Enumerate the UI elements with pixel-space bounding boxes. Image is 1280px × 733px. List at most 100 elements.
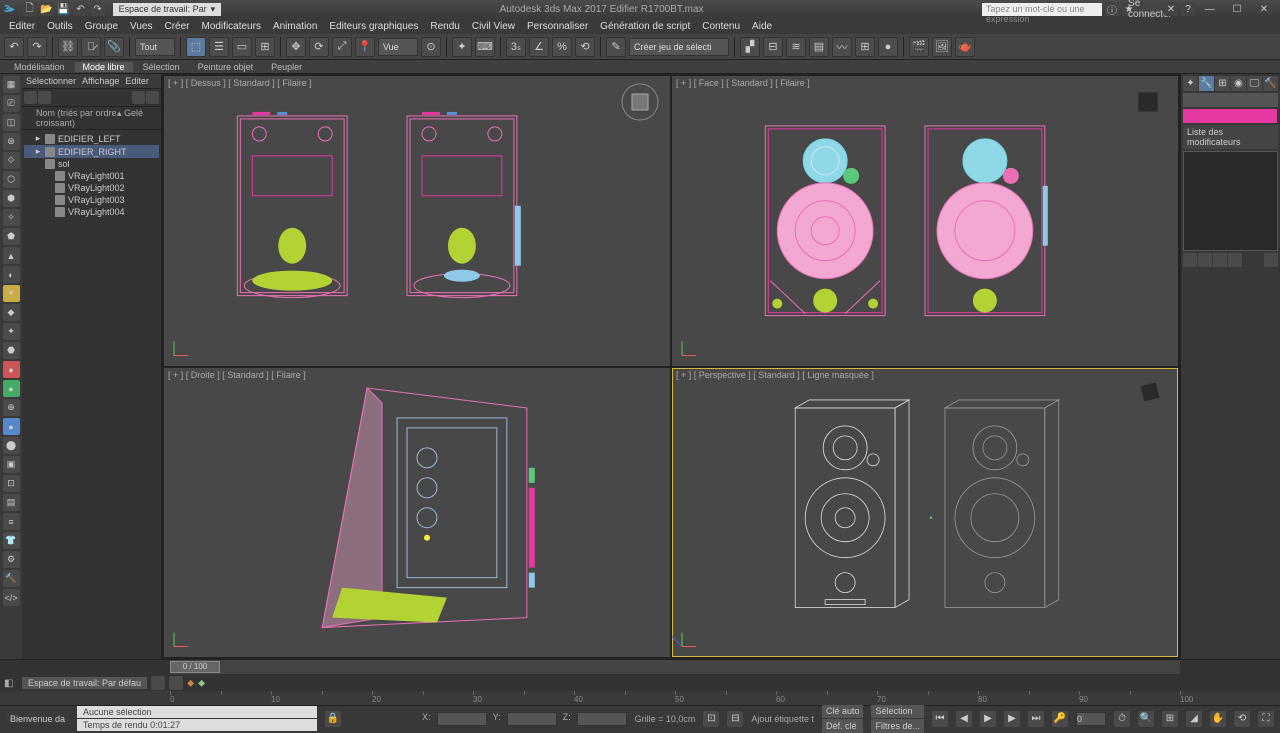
- bind-button[interactable]: 📎: [104, 37, 124, 57]
- key-tangent-icon[interactable]: ⬥: [198, 678, 205, 689]
- tool-25[interactable]: 👕: [3, 532, 20, 549]
- tool-23[interactable]: ▤: [3, 494, 20, 511]
- y-input[interactable]: [507, 712, 557, 726]
- pivot-button[interactable]: ⊙: [421, 37, 441, 57]
- col-name[interactable]: Nom (triés par ordre croissant): [36, 108, 117, 128]
- tool-19[interactable]: ●: [3, 418, 20, 435]
- config-mod-icon[interactable]: [1264, 253, 1278, 267]
- percent-snap-button[interactable]: %: [552, 37, 572, 57]
- menu-personnaliser[interactable]: Personnaliser: [522, 21, 593, 32]
- viewport-top[interactable]: [ + ] [ Dessus ] [ Standard ] [ Filaire …: [164, 76, 670, 366]
- redo-button[interactable]: ↷: [27, 37, 47, 57]
- tree-item-sol[interactable]: sol: [24, 158, 159, 170]
- snap-button[interactable]: 3ₛ: [506, 37, 526, 57]
- tool-9[interactable]: ⬟: [3, 228, 20, 245]
- motion-tab-icon[interactable]: ◉: [1231, 76, 1246, 91]
- unique-icon[interactable]: [1213, 253, 1227, 267]
- tool-27[interactable]: 🔨: [3, 570, 20, 587]
- edit-named-sel-button[interactable]: ✎: [606, 37, 626, 57]
- tree-item-vraylight001[interactable]: VRayLight001: [24, 170, 159, 182]
- undo-button[interactable]: ↶: [4, 37, 24, 57]
- utilities-tab-icon[interactable]: 🔨: [1263, 76, 1278, 91]
- tool-6[interactable]: ⬡: [3, 171, 20, 188]
- tree-item-vraylight004[interactable]: VRayLight004: [24, 206, 159, 218]
- tool-8[interactable]: ✧: [3, 209, 20, 226]
- tool-14[interactable]: ✦: [3, 323, 20, 340]
- viewport-front[interactable]: [ + ] [ Face ] [ Standard ] [ Filaire ]: [672, 76, 1178, 366]
- col-frozen[interactable]: ▴ Gelé: [117, 108, 147, 128]
- create-tab-icon[interactable]: ✦: [1183, 76, 1198, 91]
- tool-21[interactable]: ▣: [3, 456, 20, 473]
- key-mode-dropdown[interactable]: Sélection: [871, 704, 924, 718]
- info-icon[interactable]: ⓘ: [1105, 2, 1119, 16]
- key-filters-button[interactable]: Filtres de...: [871, 719, 924, 733]
- remove-mod-icon[interactable]: [1228, 253, 1242, 267]
- minimize-button[interactable]: —: [1198, 1, 1222, 17]
- nav-maximize-icon[interactable]: ⛶: [1258, 711, 1274, 727]
- curve-editor-button[interactable]: 〰: [832, 37, 852, 57]
- scale-button[interactable]: ⤢: [332, 37, 352, 57]
- angle-snap-button[interactable]: ∠: [529, 37, 549, 57]
- modifier-list-header[interactable]: Liste des modificateurs: [1183, 125, 1278, 149]
- tree-item-vraylight002[interactable]: VRayLight002: [24, 182, 159, 194]
- time-config-icon[interactable]: ⏱: [1114, 711, 1130, 727]
- display-tab-icon[interactable]: 🖵: [1247, 76, 1262, 91]
- menu-outils[interactable]: Outils: [42, 21, 78, 32]
- tree-item-vraylight003[interactable]: VRayLight003: [24, 194, 159, 206]
- unlink-button[interactable]: ⛓̷: [81, 37, 101, 57]
- menu-civilview[interactable]: Civil View: [467, 21, 520, 32]
- show-result-icon[interactable]: [1198, 253, 1212, 267]
- key-mode-toggle-icon[interactable]: 🔑: [1052, 711, 1068, 727]
- nav-zoom-icon[interactable]: 🔍: [1138, 711, 1154, 727]
- menu-creer[interactable]: Créer: [159, 21, 194, 32]
- menu-rendu[interactable]: Rendu: [425, 21, 464, 32]
- nav-fov-icon[interactable]: ◢: [1186, 711, 1202, 727]
- nav-zoomall-icon[interactable]: ⊞: [1162, 711, 1178, 727]
- scene-tb-2[interactable]: [38, 91, 51, 104]
- undo-icon[interactable]: ↶: [74, 2, 88, 16]
- scene-tb-1[interactable]: [24, 91, 37, 104]
- material-editor-button[interactable]: ●: [878, 37, 898, 57]
- viewcube-front[interactable]: [1128, 82, 1168, 122]
- scene-tb-3[interactable]: [132, 91, 145, 104]
- maximize-button[interactable]: ☐: [1225, 1, 1249, 17]
- toggle-layer-button[interactable]: ▤: [809, 37, 829, 57]
- modifier-stack[interactable]: [1183, 151, 1278, 251]
- help-icon[interactable]: ?: [1181, 2, 1195, 16]
- ribbon-modelisation[interactable]: Modélisation: [6, 62, 73, 72]
- tool-7[interactable]: ⬢: [3, 190, 20, 207]
- save-icon[interactable]: 💾: [57, 2, 71, 16]
- selection-lock-icon[interactable]: ⊟: [727, 711, 743, 727]
- vp-front-label[interactable]: [ + ] [ Face ] [ Standard ] [ Filaire ]: [676, 78, 810, 88]
- time-slider-handle[interactable]: 0 / 100: [170, 661, 220, 673]
- menu-contenu[interactable]: Contenu: [697, 21, 745, 32]
- tool-12[interactable]: ☀: [3, 285, 20, 302]
- tree-item-edifier_right[interactable]: ▸EDIFIER_RIGHT: [24, 145, 159, 158]
- ref-coord-dropdown[interactable]: Vue: [378, 38, 418, 56]
- selection-filter-dropdown[interactable]: Tout: [135, 38, 175, 56]
- z-input[interactable]: [577, 712, 627, 726]
- select-button[interactable]: ⬚: [186, 37, 206, 57]
- add-time-tag[interactable]: Ajout étiquette t: [751, 714, 814, 724]
- tool-20[interactable]: ⬤: [3, 437, 20, 454]
- render-frame-button[interactable]: 🖼: [932, 37, 952, 57]
- keyboard-button[interactable]: ⌨: [475, 37, 495, 57]
- vp-top-label[interactable]: [ + ] [ Dessus ] [ Standard ] [ Filaire …: [168, 78, 312, 88]
- manipulate-button[interactable]: ✦: [452, 37, 472, 57]
- menu-script[interactable]: Génération de script: [595, 21, 695, 32]
- tool-5[interactable]: ⟐: [3, 152, 20, 169]
- viewport-right[interactable]: [ + ] [ Droite ] [ Standard ] [ Filaire …: [164, 368, 670, 658]
- mirror-button[interactable]: ▞: [740, 37, 760, 57]
- tool-11[interactable]: ◐: [3, 266, 20, 283]
- tool-24[interactable]: ≡: [3, 513, 20, 530]
- scene-tab-select[interactable]: Sélectionner: [26, 76, 76, 86]
- prev-frame-icon[interactable]: ◀: [956, 711, 972, 727]
- tool-3[interactable]: ◫: [3, 114, 20, 131]
- tool-22[interactable]: ⊡: [3, 475, 20, 492]
- tree-item-edifier_left[interactable]: ▸EDIFIER_LEFT: [24, 132, 159, 145]
- close-button[interactable]: ✕: [1252, 1, 1276, 17]
- tool-18[interactable]: ⊕: [3, 399, 20, 416]
- play-icon[interactable]: ▶: [980, 711, 996, 727]
- scene-tab-edit[interactable]: Editer: [125, 76, 149, 86]
- place-button[interactable]: 📍: [355, 37, 375, 57]
